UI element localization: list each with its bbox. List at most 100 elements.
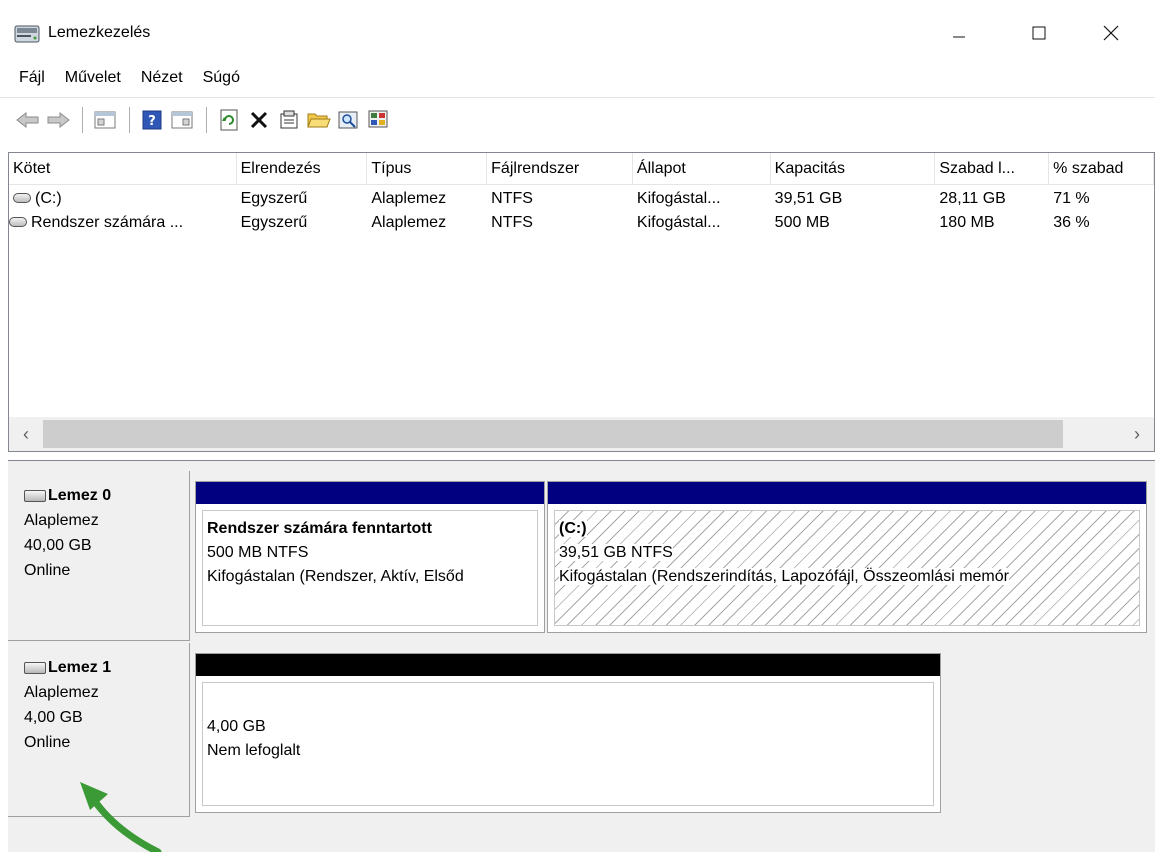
volume-icon [9,216,27,227]
maximize-button[interactable] [1016,10,1062,56]
minimize-icon [953,36,965,38]
table-row[interactable]: Rendszer számára ... Egyszerű Alaplemez … [9,211,1154,235]
hard-disk-icon [24,661,46,674]
back-button[interactable] [14,106,42,134]
partition-health-row: Kifogástalan (Rendszerindítás, Lapozófáj… [559,565,1139,589]
scrollbar-thumb[interactable] [43,420,1063,448]
close-icon [1103,25,1119,41]
disk-0-size: 40,00 GB [24,537,92,554]
partition-system-reserved[interactable]: Rendszer számára fenntartott 500 MB NTFS… [195,481,545,633]
delete-x-icon [250,111,268,128]
disk-1-type: Alaplemez [24,684,99,701]
search-button[interactable] [335,106,363,134]
cell-percent-free: 36 % [1053,214,1090,231]
minimize-button[interactable] [936,10,982,56]
title-bar: Lemezkezelés [0,0,1155,60]
disk-0-name-row: Lemez 0 [24,483,189,508]
toolbar-separator [206,106,207,133]
properties-button[interactable] [275,106,303,134]
volume-icon [13,192,31,203]
partition-body: Rendszer számára fenntartott 500 MB NTFS… [202,510,538,626]
cell-percent-free: 71 % [1053,190,1090,207]
cell-free-space: 180 MB [939,214,995,231]
action-pane-icon [171,111,193,128]
cell-status: Kifogástal... [636,190,721,207]
column-header-layout[interactable]: Elrendezés [237,153,368,185]
column-header-volume[interactable]: Kötet [9,153,237,185]
cell-volume-text: Rendszer számára ... [31,214,184,231]
disk-0-info[interactable]: Lemez 0 Alaplemez 40,00 GB Online [8,471,190,641]
cell-volume: (C:) [9,187,237,211]
partition-size: 4,00 GB [207,718,266,735]
menu-action[interactable]: Művelet [58,69,128,87]
cell-status: Kifogástal... [636,214,721,231]
partition-type-bar [196,482,544,504]
scroll-right-button[interactable]: › [1120,417,1154,451]
partition-size: 39,51 GB NTFS [559,544,673,561]
close-button[interactable] [1088,10,1134,56]
refresh-button[interactable] [215,106,243,134]
column-header-percent-free[interactable]: % szabad [1049,153,1154,185]
cell-type: Alaplemez [371,190,447,207]
list-header: Kötet Elrendezés Típus Fájlrendszer Álla… [9,153,1154,185]
partition-body: 4,00 GB Nem lefoglalt [202,682,934,806]
toolbar-separator [82,106,83,133]
partition-size-row: 39,51 GB NTFS [559,541,1139,565]
column-header-capacity[interactable]: Kapacitás [771,153,936,185]
chevron-left-icon: ‹ [23,423,29,444]
disk-1-name: Lemez 1 [48,659,112,676]
window-title: Lemezkezelés [48,24,151,41]
svg-text:?: ? [148,114,156,129]
cell-volume: Rendszer számára ... [9,211,237,235]
disk-0-type: Alaplemez [24,512,99,529]
open-folder-button[interactable] [305,106,333,134]
table-row[interactable]: (C:) Egyszerű Alaplemez NTFS Kifogástal.… [9,187,1154,211]
partition-health: Kifogástalan (Rendszer, Aktív, Elsőd [207,568,464,585]
help-icon: ? [142,110,162,129]
partition-health: Nem lefoglalt [207,742,301,759]
forward-arrow-icon [47,111,70,128]
folder-open-icon [307,113,331,127]
toolbar-separator [129,106,130,133]
menu-bar: Fájl Művelet Nézet Súgó [0,60,1155,96]
cell-layout: Egyszerű [240,190,308,207]
partition-unallocated[interactable]: 4,00 GB Nem lefoglalt [195,653,941,813]
scroll-left-button[interactable]: ‹ [9,417,43,451]
disk-1-size: 4,00 GB [24,709,83,726]
chevron-right-icon: › [1134,423,1140,444]
disk-1-name-row: Lemez 1 [24,655,189,680]
column-header-filesystem[interactable]: Fájlrendszer [487,153,633,185]
cell-layout: Egyszerű [240,214,308,231]
partition-body: (C:) 39,51 GB NTFS Kifogástalan (Rendsze… [554,510,1140,626]
menu-help[interactable]: Súgó [196,69,247,87]
delete-button[interactable] [245,106,273,134]
partition-health: Kifogástalan (Rendszerindítás, Lapozófáj… [559,568,1009,585]
partition-c-drive[interactable]: (C:) 39,51 GB NTFS Kifogástalan (Rendsze… [547,481,1147,633]
settings-icon [368,110,388,127]
disk-management-icon [14,25,40,43]
horizontal-scrollbar[interactable]: ‹ › [9,417,1154,451]
show-hide-console-tree-button[interactable] [91,106,119,134]
partition-name-row: (C:) [559,517,1139,541]
show-hide-action-pane-button[interactable] [168,106,196,134]
partition-name: (C:) [559,520,587,537]
disk-0-status: Online [24,562,71,579]
refresh-icon [220,109,238,130]
magnifier-icon [338,111,358,128]
partition-name: Rendszer számára fenntartott [207,520,432,537]
cell-volume-text: (C:) [35,190,62,207]
cell-filesystem: NTFS [491,190,533,207]
help-button[interactable]: ? [138,106,166,134]
menu-view[interactable]: Nézet [134,69,190,87]
column-header-type[interactable]: Típus [367,153,488,185]
maximize-icon [1032,26,1046,40]
console-tree-icon [94,111,116,128]
column-header-status[interactable]: Állapot [633,153,771,185]
menu-file[interactable]: Fájl [12,69,52,87]
forward-button[interactable] [44,106,72,134]
volume-list: Kötet Elrendezés Típus Fájlrendszer Álla… [8,152,1155,452]
settings-button[interactable] [365,106,393,134]
partition-type-bar [548,482,1146,504]
cell-capacity: 500 MB [774,214,830,231]
column-header-free-space[interactable]: Szabad l... [935,153,1050,185]
